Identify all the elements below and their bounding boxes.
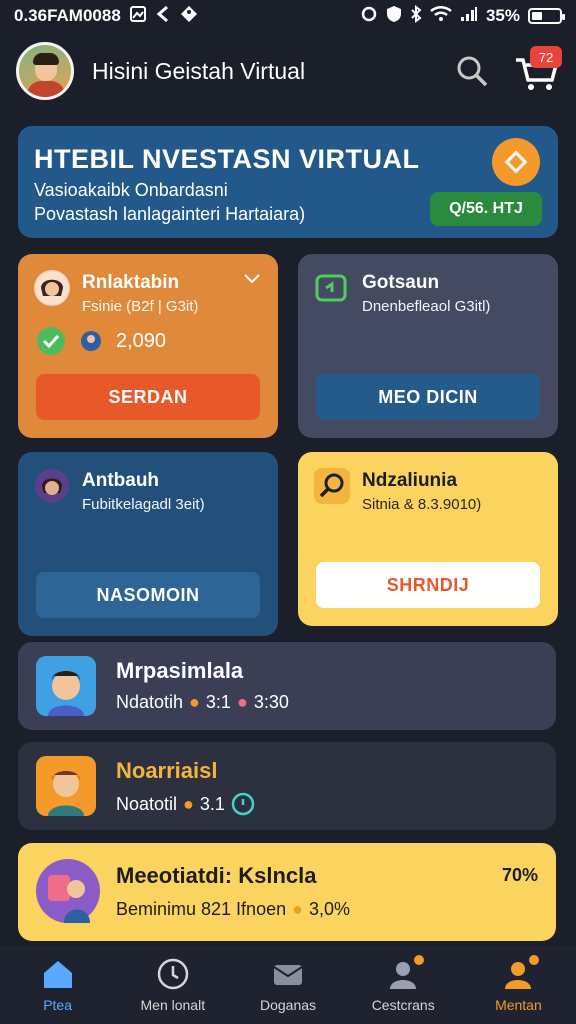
tile-value: 2,090	[116, 329, 167, 352]
list-item-1[interactable]: Mrpasimlala Ndatotih ● 3:1 ● 3:30	[18, 642, 556, 730]
person-icon	[501, 955, 540, 991]
cart-count-badge: 72	[530, 46, 562, 68]
row-sub-b: 3,0%	[308, 899, 351, 919]
battery-percent: 35%	[485, 6, 520, 25]
coin-icon: ●	[292, 899, 303, 919]
tile-subtitle: Sitnia & 8.3.9010)	[362, 496, 482, 513]
tile-card-1[interactable]: Rnlaktabin Fsinie (B2f | G3it) 2,090 SER…	[18, 254, 278, 438]
row-sub-b: 3:1	[205, 692, 231, 712]
tag-icon	[179, 4, 199, 29]
badge-icon: ●	[236, 692, 248, 712]
search-icon	[314, 468, 350, 504]
person-icon: ●	[189, 692, 200, 712]
chevron-down-icon[interactable]	[244, 274, 260, 284]
nav-label: Mentan	[495, 997, 542, 1013]
row-sub-a: Beminimu 821 Ifnoen	[116, 899, 287, 919]
row-sub-a: Noatotil	[116, 793, 178, 814]
diamond-icon	[492, 138, 540, 186]
tile-button[interactable]: MEO DICIN	[316, 374, 540, 420]
row-sub-a: Ndatotih	[116, 692, 184, 712]
hero-line-2: Povastash lanlagainteri Hartaiara)	[34, 204, 306, 224]
nav-item-schedule[interactable]: Men lonalt	[115, 946, 230, 1024]
list-item-3[interactable]: Meeotiatdi: Kslncla Beminimu 821 Ifnoen …	[18, 843, 556, 941]
thumbnail-avatar-icon	[36, 656, 96, 716]
home-icon	[43, 961, 72, 988]
app-window-icon	[314, 270, 350, 306]
nav-item-messages[interactable]: Doganas	[230, 946, 345, 1024]
notification-dot	[529, 955, 540, 965]
tile-button[interactable]: SERDAN	[36, 374, 260, 420]
nav-item-home[interactable]: Ptea	[0, 946, 115, 1024]
tile-button[interactable]: SHRNDIJ	[316, 562, 540, 608]
hero-banner[interactable]: HTEBIL NVESTASN VIRTUAL Vasioakaibk Onba…	[18, 126, 558, 238]
tile-card-2[interactable]: Gotsaun Dnenbefleaol G3itl) MEO DICIN	[298, 254, 558, 438]
tile-card-4[interactable]: Ndzaliunia Sitnia & 8.3.9010) SHRNDIJ	[298, 452, 558, 626]
page-title: Hisini Geistah Virtual	[92, 57, 306, 84]
bluetooth-icon	[410, 4, 422, 28]
wifi-icon	[430, 5, 452, 27]
status-time: 0.36FAM0088	[14, 6, 121, 25]
user-avatar-icon	[34, 468, 70, 504]
user-avatar-icon	[34, 270, 70, 306]
app-header: Hisini Geistah Virtual 72	[0, 32, 576, 110]
check-icon	[37, 327, 65, 355]
tile-title: Gotsaun	[362, 272, 440, 293]
status-bar: 0.36FAM0088 35%	[0, 0, 576, 32]
tile-subtitle: Dnenbefleaol G3itl)	[362, 298, 491, 315]
alarm-icon	[360, 5, 378, 28]
hero-line-1: Vasioakaibk Onbardasni	[34, 180, 228, 200]
row-title: Noarriaisl	[116, 758, 218, 783]
nav-label: Men lonalt	[140, 997, 206, 1013]
tile-subtitle: Fubitkelagadl 3eit)	[82, 496, 205, 513]
hero-pill[interactable]: Q/56. HTJ	[430, 192, 542, 226]
tile-subtitle: Fsinie (B2f | G3it)	[82, 298, 199, 315]
row-title: Meeotiatdi: Kslncla	[116, 863, 317, 888]
tile-button[interactable]: NASOMOIN	[36, 572, 260, 618]
bottom-nav: Ptea Men lonalt Doganas Cestcrans Mentan	[0, 946, 576, 1024]
search-button[interactable]	[452, 51, 492, 91]
tile-title: Antbauh	[82, 470, 160, 491]
avatar[interactable]	[16, 42, 74, 100]
nav-label: Doganas	[259, 997, 317, 1013]
row-percent: 70%	[501, 865, 538, 885]
hero-title: HTEBIL NVESTASN VIRTUAL	[34, 144, 420, 174]
shield-icon	[386, 5, 402, 28]
row-subtitle: Beminimu 821 Ifnoen ● 3,0%	[116, 899, 350, 920]
search-icon	[457, 56, 488, 87]
notification-dot	[414, 955, 425, 965]
row-subtitle: Noatotil ● 3.1	[116, 792, 255, 816]
cart-button[interactable]: 72	[514, 46, 562, 94]
row-subtitle: Ndatotih ● 3:1 ● 3:30	[116, 692, 289, 713]
list-item-2[interactable]: Noarriaisl Noatotil ● 3.1	[18, 742, 556, 830]
status-left: 0.36FAM0088	[14, 4, 199, 29]
row-title: Mrpasimlala	[116, 658, 244, 683]
thumbnail-avatar-icon	[36, 859, 100, 923]
back-arrow-icon	[155, 5, 171, 28]
signal-icon	[460, 6, 478, 27]
person-icon	[386, 955, 425, 991]
tile-card-3[interactable]: Antbauh Fubitkelagadl 3eit) NASOMOIN	[18, 452, 278, 636]
nav-label: Cestcrans	[371, 997, 435, 1013]
status-right: 35%	[360, 4, 565, 28]
image-notification-icon	[129, 5, 147, 28]
nav-item-contacts[interactable]: Cestcrans	[346, 946, 461, 1024]
coin-icon	[81, 331, 101, 351]
tile-title: Ndzaliunia	[362, 470, 458, 491]
clock-icon	[157, 958, 189, 990]
row-sub-b: 3.1	[199, 793, 225, 814]
person-icon: ●	[183, 793, 194, 814]
tile-title: Rnlaktabin	[82, 272, 180, 293]
thumbnail-avatar-icon	[36, 756, 96, 816]
battery-icon	[528, 8, 565, 24]
nav-item-menu[interactable]: Mentan	[461, 946, 576, 1024]
clock-icon	[231, 792, 255, 816]
nav-label: Ptea	[43, 997, 72, 1013]
mail-icon	[273, 965, 303, 985]
row-sub-c: 3:30	[253, 692, 289, 712]
